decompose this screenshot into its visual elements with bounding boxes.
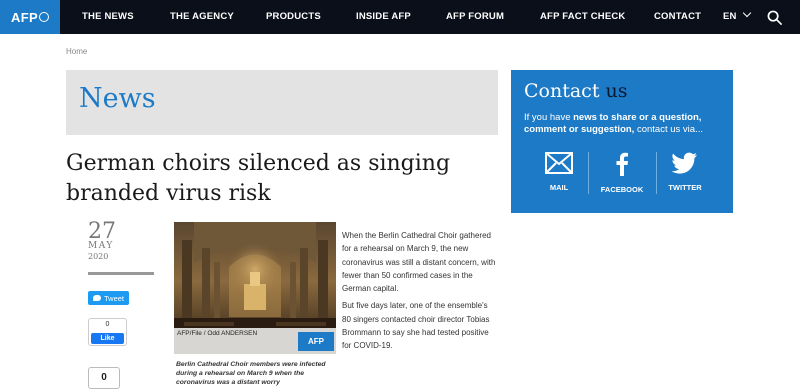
contact-text-pre: If you have	[524, 112, 574, 123]
logo-text: AFP	[11, 9, 38, 25]
article-photo[interactable]: AFP/File / Odd ANDERSEN AFP	[174, 222, 336, 354]
contact-facebook-link[interactable]: FACEBOOK	[587, 152, 657, 194]
photo-credit: AFP/File / Odd ANDERSEN	[177, 330, 258, 337]
globe-icon	[38, 12, 49, 22]
facebook-like-widget: 0 Like	[88, 318, 127, 346]
contact-description: If you have news to share or a question,…	[524, 112, 729, 136]
photo-caption: Berlin Cathedral Choir members were infe…	[176, 361, 326, 386]
search-icon[interactable]	[767, 10, 782, 25]
nav-item-the-news[interactable]: THE NEWS	[82, 0, 134, 34]
afp-logo[interactable]: AFP	[0, 0, 60, 34]
language-selector[interactable]: EN	[723, 0, 751, 34]
language-label: EN	[723, 11, 737, 22]
contact-title: Contact us	[524, 80, 628, 102]
tweet-label: Tweet	[103, 293, 124, 303]
facebook-like-count: 0	[105, 321, 110, 328]
twitter-bird-icon	[92, 295, 101, 301]
share-count-badge: 0	[88, 367, 120, 389]
contact-text-post: contact us via...	[634, 124, 703, 135]
article-headline: German choirs silenced as singing brande…	[66, 151, 451, 206]
nav-item-contact[interactable]: CONTACT	[654, 0, 701, 34]
article-body: When the Berlin Cathedral Choir gathered…	[342, 229, 498, 357]
breadcrumb: Home	[66, 47, 87, 56]
photo-afp-logo: AFP	[298, 332, 334, 351]
chevron-down-icon	[742, 8, 751, 18]
contact-twitter-label: TWITTER	[668, 183, 702, 192]
date-year: 2020	[88, 252, 109, 261]
contact-mail-link[interactable]: MAIL	[524, 152, 594, 192]
top-navigation-bar: AFP THE NEWS THE AGENCY PRODUCTS INSIDE …	[0, 0, 800, 34]
twitter-icon	[671, 152, 697, 174]
contact-mail-label: MAIL	[549, 183, 569, 192]
section-title: News	[79, 83, 156, 114]
contact-title-main: Contact	[524, 80, 606, 102]
section-header-band: News	[66, 70, 498, 135]
article-paragraph: When the Berlin Cathedral Choir gathered…	[342, 231, 496, 294]
nav-item-afp-forum[interactable]: AFP FORUM	[446, 0, 504, 34]
contact-us-box: Contact us If you have news to share or …	[511, 70, 733, 213]
article-paragraph: But five days later, one of the ensemble…	[342, 301, 490, 351]
date-divider	[88, 272, 154, 275]
nav-item-products[interactable]: PRODUCTS	[266, 0, 321, 34]
tweet-button[interactable]: Tweet	[88, 291, 129, 305]
contact-title-accent: us	[605, 80, 628, 102]
facebook-like-label: Like	[100, 335, 115, 342]
nav-item-inside-afp[interactable]: INSIDE AFP	[356, 0, 411, 34]
nav-item-afp-fact-check[interactable]: AFP FACT CHECK	[540, 0, 626, 34]
mail-icon	[545, 152, 573, 174]
contact-facebook-label: FACEBOOK	[600, 185, 644, 194]
date-month: MAY	[88, 241, 114, 251]
facebook-icon	[616, 152, 628, 176]
facebook-like-button[interactable]: Like	[91, 333, 124, 344]
contact-twitter-link[interactable]: TWITTER	[650, 152, 720, 192]
nav-item-the-agency[interactable]: THE AGENCY	[170, 0, 234, 34]
breadcrumb-home-link[interactable]: Home	[66, 47, 87, 56]
